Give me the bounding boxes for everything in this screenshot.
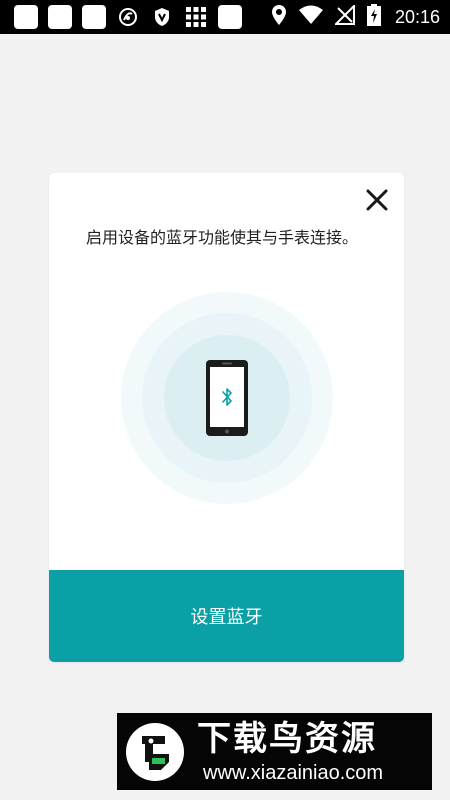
notification-square-icon	[14, 5, 38, 29]
grid-app-icon	[184, 5, 208, 29]
notification-square-icon	[48, 5, 72, 29]
notification-square-icon	[82, 5, 106, 29]
bird-logo-icon	[126, 723, 184, 781]
wifi-icon	[298, 5, 323, 29]
battery-charging-icon	[366, 4, 381, 30]
shield-v-icon	[150, 5, 174, 29]
signal-swirl-icon	[116, 5, 140, 29]
dialog-message: 启用设备的蓝牙功能使其与手表连接。	[86, 228, 359, 247]
bluetooth-illustration	[121, 292, 333, 504]
set-bluetooth-button[interactable]: 设置蓝牙	[49, 570, 404, 662]
status-bar: 20:16	[0, 0, 450, 34]
status-bar-right: 20:16	[271, 3, 440, 30]
watermark-url: www.xiazainiao.com	[203, 762, 384, 784]
watermark-banner: 下载鸟资源 www.xiazainiao.com	[117, 713, 432, 790]
close-icon	[366, 189, 388, 211]
status-bar-left	[14, 5, 242, 29]
location-icon	[271, 4, 287, 30]
status-time: 20:16	[394, 6, 440, 27]
close-button[interactable]	[364, 187, 390, 213]
phone-bluetooth-icon	[206, 360, 248, 436]
watermark-title: 下载鸟资源	[197, 719, 377, 759]
bluetooth-dialog: 启用设备的蓝牙功能使其与手表连接。 设置蓝牙	[49, 173, 404, 662]
no-sim-icon	[333, 3, 355, 29]
notification-square-icon	[218, 5, 242, 29]
